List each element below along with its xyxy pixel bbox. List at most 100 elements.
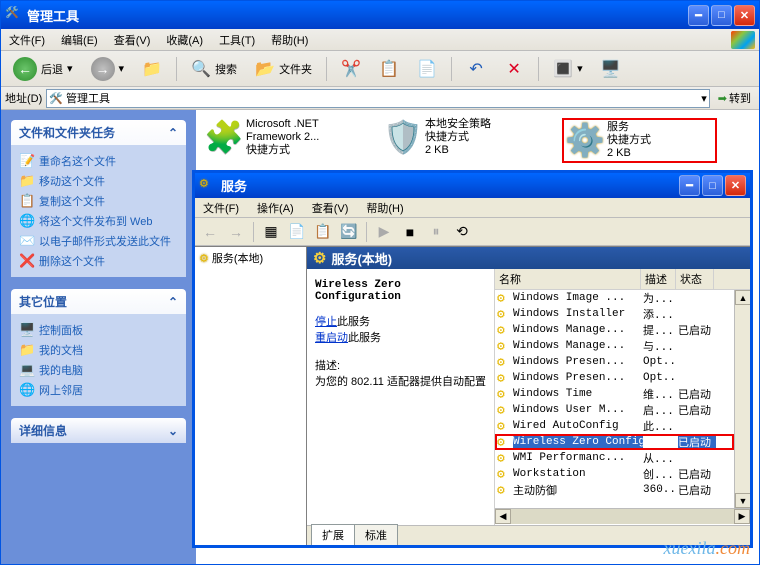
services-rows[interactable]: ⚙Windows Image ...为...⚙Windows Installer… bbox=[495, 290, 734, 508]
forward-button[interactable]: → ▾ bbox=[85, 55, 131, 83]
maximize-button[interactable]: □ bbox=[711, 5, 732, 26]
tab-extended[interactable]: 扩展 bbox=[311, 524, 355, 545]
service-status: 已启动 bbox=[678, 322, 716, 338]
gears-icon: ⚙ bbox=[497, 291, 513, 306]
horizontal-scrollbar[interactable]: ◀ ▶ bbox=[495, 508, 750, 524]
item-services[interactable]: ⚙️ 服务 快捷方式 2 KB bbox=[562, 118, 717, 163]
task-link[interactable]: 📝重命名这个文件 bbox=[19, 151, 178, 171]
services-titlebar[interactable]: ⚙ 服务 ━ □ ✕ bbox=[195, 173, 750, 198]
other-places-header[interactable]: 其它位置⌃ bbox=[11, 289, 186, 314]
task-link[interactable]: ❌删除这个文件 bbox=[19, 251, 178, 271]
delete-button[interactable]: ✕ bbox=[498, 57, 530, 81]
restart-button[interactable]: ⟲ bbox=[451, 221, 473, 243]
service-row[interactable]: ⚙Windows Presen...Opt... bbox=[495, 370, 734, 386]
scroll-down-button[interactable]: ▼ bbox=[735, 493, 750, 508]
folders-button[interactable]: 📂文件夹 bbox=[249, 57, 318, 81]
tab-standard[interactable]: 标准 bbox=[354, 524, 398, 545]
service-row[interactable]: ⚙Windows Presen...Opt... bbox=[495, 354, 734, 370]
task-icon: 📁 bbox=[19, 342, 35, 358]
service-row[interactable]: ⚙Wireless Zero Configuration已启动 bbox=[495, 434, 734, 450]
service-row[interactable]: ⚙Windows Manage...提...已启动 bbox=[495, 322, 734, 338]
properties-button[interactable]: 📄 bbox=[286, 221, 308, 243]
task-link[interactable]: 💻我的电脑 bbox=[19, 360, 178, 380]
minimize-button[interactable]: ━ bbox=[688, 5, 709, 26]
service-row[interactable]: ⚙Windows Manage...与... bbox=[495, 338, 734, 354]
service-desc: 维... bbox=[643, 386, 678, 402]
views-button[interactable]: 🔳▾ bbox=[547, 57, 589, 81]
delete-icon: ✕ bbox=[504, 59, 524, 79]
minimize-button[interactable]: ━ bbox=[679, 175, 700, 196]
go-arrow-icon: ➡ bbox=[718, 92, 727, 105]
show-hide-tree-button[interactable]: ▦ bbox=[260, 221, 282, 243]
task-link[interactable]: 📁我的文档 bbox=[19, 340, 178, 360]
forward-button[interactable]: → bbox=[225, 221, 247, 243]
monitor-icon: 🖥️ bbox=[601, 59, 621, 79]
task-link[interactable]: 🌐将这个文件发布到 Web bbox=[19, 211, 178, 231]
task-link[interactable]: 📁移动这个文件 bbox=[19, 171, 178, 191]
cut-button[interactable]: ✂️ bbox=[335, 57, 367, 81]
scroll-right-button[interactable]: ▶ bbox=[734, 509, 750, 524]
service-row[interactable]: ⚙主动防御360...已启动 bbox=[495, 482, 734, 498]
vertical-scrollbar[interactable]: ▲ ▼ bbox=[734, 290, 750, 508]
menu-help[interactable]: 帮助(H) bbox=[362, 198, 407, 218]
back-button[interactable]: ← 后退 ▾ bbox=[7, 55, 79, 83]
start-button[interactable]: ▶ bbox=[373, 221, 395, 243]
export-button[interactable]: 📋 bbox=[312, 221, 334, 243]
menu-file[interactable]: 文件(F) bbox=[199, 198, 243, 218]
scroll-up-button[interactable]: ▲ bbox=[735, 290, 750, 305]
chevron-down-icon[interactable]: ▾ bbox=[701, 92, 707, 105]
menu-tools[interactable]: 工具(T) bbox=[215, 30, 259, 50]
item-dotnet[interactable]: 🧩 Microsoft .NET Framework 2... 快捷方式 bbox=[204, 118, 359, 157]
go-button[interactable]: ➡ 转到 bbox=[714, 90, 755, 106]
details-header[interactable]: 详细信息⌄ bbox=[11, 418, 186, 443]
service-row[interactable]: ⚙Workstation创...已启动 bbox=[495, 466, 734, 482]
item-name: 服务 bbox=[607, 121, 651, 134]
paste-icon: 📄 bbox=[417, 59, 437, 79]
stop-button[interactable]: ■ bbox=[399, 221, 421, 243]
undo-button[interactable]: ↶ bbox=[460, 57, 492, 81]
search-button[interactable]: 🔍搜索 bbox=[185, 57, 243, 81]
col-status[interactable]: 状态 bbox=[676, 269, 714, 289]
address-input[interactable]: 🛠️ 管理工具 ▾ bbox=[46, 89, 710, 108]
close-button[interactable]: ✕ bbox=[725, 175, 746, 196]
search-icon: 🔍 bbox=[191, 59, 211, 79]
file-tasks-header[interactable]: 文件和文件夹任务⌃ bbox=[11, 120, 186, 145]
services-body: ⚙ 服务(本地) ⚙ 服务(本地) Wireless Zero Configur… bbox=[195, 246, 750, 545]
pause-button[interactable]: ⏸ bbox=[425, 221, 447, 243]
menu-view[interactable]: 查看(V) bbox=[110, 30, 155, 50]
menu-favorites[interactable]: 收藏(A) bbox=[162, 30, 207, 50]
service-row[interactable]: ⚙Wired AutoConfig此... bbox=[495, 418, 734, 434]
close-button[interactable]: ✕ bbox=[734, 5, 755, 26]
service-row[interactable]: ⚙Windows Time维...已启动 bbox=[495, 386, 734, 402]
item-security-policy[interactable]: 🛡️ 本地安全策略 快捷方式 2 KB bbox=[383, 118, 538, 157]
task-link[interactable]: 📋复制这个文件 bbox=[19, 191, 178, 211]
task-link[interactable]: 🖥️控制面板 bbox=[19, 320, 178, 340]
refresh-button[interactable]: 🔄 bbox=[338, 221, 360, 243]
maximize-button[interactable]: □ bbox=[702, 175, 723, 196]
restart-link[interactable]: 重启动 bbox=[315, 332, 348, 344]
titlebar[interactable]: 🛠️ 管理工具 ━ □ ✕ bbox=[1, 1, 759, 29]
back-button[interactable]: ← bbox=[199, 221, 221, 243]
paste-button[interactable]: 📄 bbox=[411, 57, 443, 81]
service-row[interactable]: ⚙Windows Installer添... bbox=[495, 306, 734, 322]
menu-edit[interactable]: 编辑(E) bbox=[57, 30, 102, 50]
menu-view[interactable]: 查看(V) bbox=[308, 198, 353, 218]
col-desc[interactable]: 描述 bbox=[641, 269, 676, 289]
service-row[interactable]: ⚙Windows Image ...为... bbox=[495, 290, 734, 306]
tree-item-services-local[interactable]: ⚙ 服务(本地) bbox=[197, 249, 304, 267]
col-name[interactable]: 名称 bbox=[495, 269, 641, 289]
extra-button[interactable]: 🖥️ bbox=[595, 57, 627, 81]
service-row[interactable]: ⚙Windows User M...启...已启动 bbox=[495, 402, 734, 418]
menu-file[interactable]: 文件(F) bbox=[5, 30, 49, 50]
service-name: 主动防御 bbox=[513, 482, 643, 498]
service-row[interactable]: ⚙WMI Performanc...从... bbox=[495, 450, 734, 466]
up-button[interactable]: 📁 bbox=[136, 57, 168, 81]
stop-link[interactable]: 停止 bbox=[315, 316, 337, 328]
task-link[interactable]: 🌐网上邻居 bbox=[19, 380, 178, 400]
scroll-left-button[interactable]: ◀ bbox=[495, 509, 511, 524]
task-link[interactable]: ✉️以电子邮件形式发送此文件 bbox=[19, 231, 178, 251]
menu-help[interactable]: 帮助(H) bbox=[267, 30, 312, 50]
menu-action[interactable]: 操作(A) bbox=[253, 198, 298, 218]
copy-button[interactable]: 📋 bbox=[373, 57, 405, 81]
folders-label: 文件夹 bbox=[279, 61, 312, 77]
